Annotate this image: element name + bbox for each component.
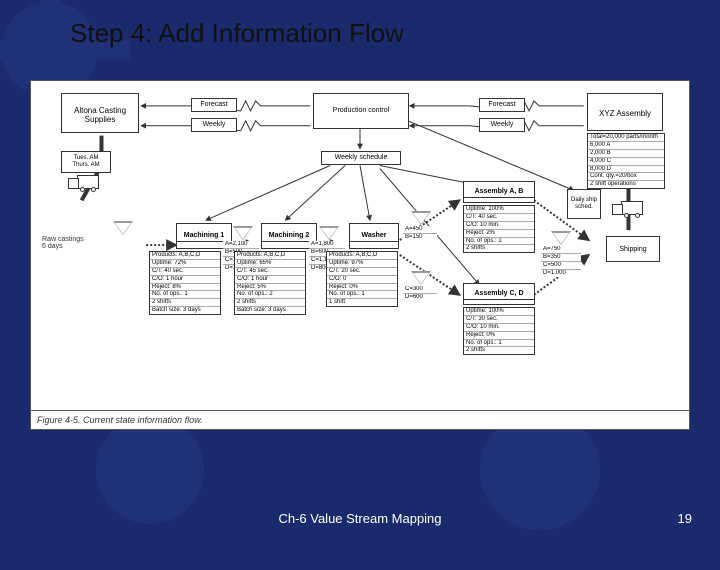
vsm-diagram: Altona Casting Supplies Production contr… <box>30 80 690 430</box>
data-assembly-cd: Uptime: 100%C/T: 30 sec.C/O: 10 min.Reje… <box>463 307 535 355</box>
customer-data: Total=20,000 parts/month6,000 A2,000 B4,… <box>587 133 665 189</box>
forecast-label-left: Forecast <box>191 98 237 112</box>
inbound-truck-schedule: Tues. AM Thurs. AM <box>61 151 111 173</box>
inv-washer-ab: A=450B=150 <box>403 226 437 241</box>
customer-box: XYZ Assembly <box>587 93 663 131</box>
weekly-label-right: Weekly <box>479 118 525 132</box>
weekly-label-left: Weekly <box>191 118 237 132</box>
inv-washer-cd: C=300D=600 <box>403 286 437 301</box>
slide-title: Step 4: Add Information Flow <box>70 18 404 49</box>
data-washer: Products: A,B,C,DUptime: 97%C/T: 20 sec.… <box>326 251 398 307</box>
footer-chapter: Ch-6 Value Stream Mapping <box>0 511 720 526</box>
inventory-triangle <box>551 231 571 245</box>
inventory-triangle <box>319 226 339 240</box>
raw-castings-label: Raw castings 6 days <box>41 236 101 250</box>
inventory-triangle <box>233 226 253 240</box>
weekly-schedule-box: Weekly schedule <box>321 151 401 165</box>
truck-icon <box>77 175 99 189</box>
data-assembly-ab: Uptime: 100%C/T: 40 sec.C/O: 10 min.Reje… <box>463 205 535 253</box>
inventory-triangle <box>411 211 431 225</box>
data-machining-2: Products: A,B,C,DUptime: 65%C/T: 45 sec.… <box>234 251 306 315</box>
inventory-triangle <box>411 271 431 285</box>
supplier-box: Altona Casting Supplies <box>61 93 139 133</box>
figure-caption: Figure 4-5. Current state information fl… <box>31 410 689 429</box>
daily-ship-schedule: Daily ship sched. <box>567 189 601 219</box>
inv-after-assembly: A=750B=350C=500D=1,000 <box>541 246 581 277</box>
production-control-box: Production control <box>313 93 409 129</box>
inventory-triangle <box>113 221 133 235</box>
process-shipping: Shipping <box>606 236 660 262</box>
process-assembly-cd: Assembly C, D <box>463 283 535 305</box>
truck-icon <box>621 201 643 215</box>
forecast-label-right: Forecast <box>479 98 525 112</box>
data-machining-1: Products: A,B,C,DUptime: 72%C/T: 40 sec.… <box>149 251 221 315</box>
process-assembly-ab: Assembly A, B <box>463 181 535 203</box>
process-washer: Washer <box>349 223 399 249</box>
page-number: 19 <box>678 511 692 526</box>
